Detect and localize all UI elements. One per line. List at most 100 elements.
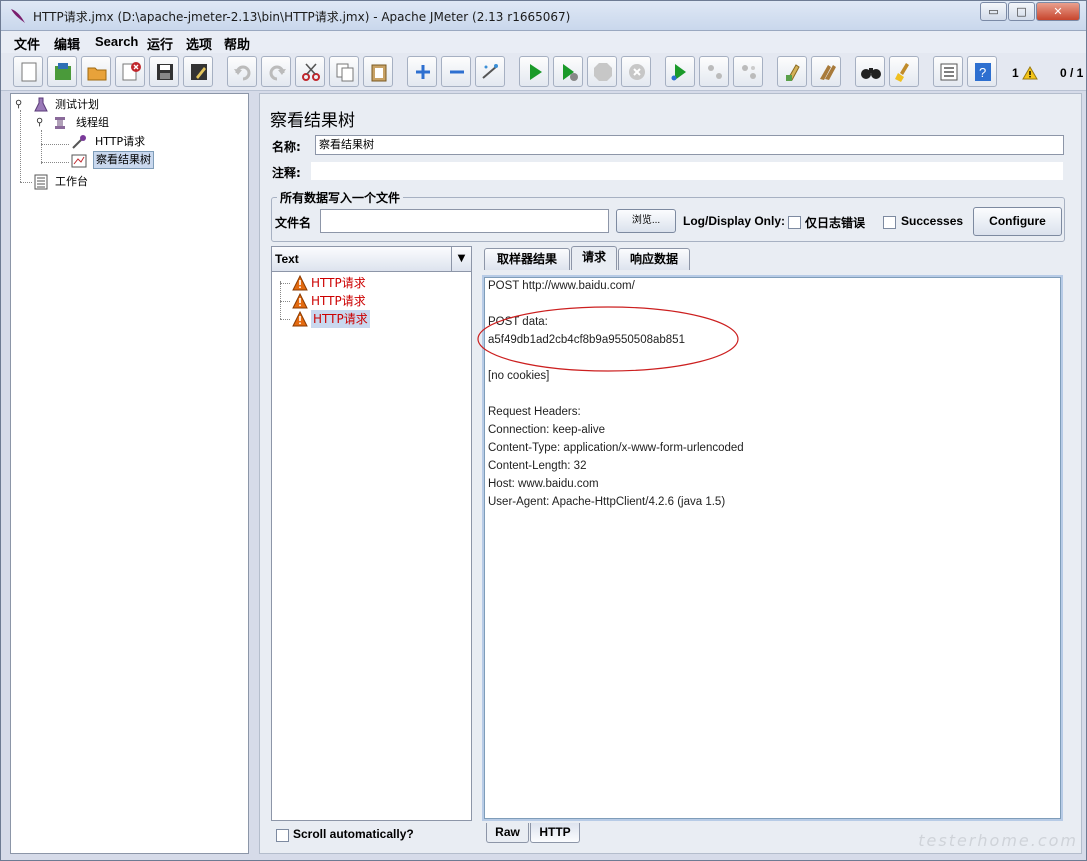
window-title: HTTP请求.jmx (D:\apache-jmeter-2.13\bin\HT… [33,10,571,24]
tree-node-http-request[interactable]: HTTP请求 [71,133,191,151]
close-plan-button[interactable] [115,56,145,87]
minimize-button[interactable]: ▭ [980,2,1007,21]
tree-node-test-plan[interactable]: ⚲ 测试计划 [15,96,135,114]
filename-field[interactable] [320,209,609,233]
sample-results-list[interactable]: HTTP请求 HTTP请求 HTTP请求 [271,246,472,821]
start-no-timers-button[interactable] [553,56,583,87]
write-to-file-title: 所有数据写入一个文件 [277,189,404,206]
clipboard-icon [371,64,387,82]
results-tree-icon [71,154,87,168]
renderer-select[interactable]: Text ▼ [271,246,472,272]
remote-start-all-button[interactable] [665,56,695,87]
undo-button[interactable] [227,56,257,87]
shutdown-button[interactable] [621,56,651,87]
save-as-button[interactable] [183,56,213,87]
name-label: 名称: [272,140,301,154]
clear-button[interactable] [777,56,807,87]
menu-help[interactable]: 帮助 [224,34,250,53]
menu-run[interactable]: 运行 [147,34,173,53]
menu-file[interactable]: 文件 [14,34,40,53]
request-text-line: Content-Length: 32 [488,460,587,472]
tab-raw[interactable]: Raw [486,823,529,843]
jmeter-feather-icon [11,9,25,23]
stop-icon [594,63,612,81]
save-icon [157,64,173,80]
name-field[interactable]: 察看结果树 [315,135,1064,155]
open-button[interactable] [81,56,111,87]
save-button[interactable] [149,56,179,87]
tree-node-workbench[interactable]: 工作台 [33,173,153,191]
filename-label: 文件名 [275,216,312,230]
scissors-icon [302,63,320,81]
help-button[interactable]: ? [967,56,997,87]
tree-label-thread-group: 线程组 [76,116,109,129]
scroll-auto-checkbox[interactable] [276,829,289,842]
result-item-label: HTTP请求 [311,310,370,328]
warning-icon [1022,66,1038,80]
page-title: 察看结果树 [270,111,355,131]
toolbar: ? 1 0 / 1 [1,53,1086,91]
tree-label-results-tree: 察看结果树 [93,151,154,169]
play-no-pause-icon [563,64,578,81]
copy-icon [336,63,354,82]
search-button[interactable] [855,56,885,87]
clear-all-button[interactable] [811,56,841,87]
paste-button[interactable] [363,56,393,87]
tab-request[interactable]: 请求 [571,246,617,270]
undo-icon [234,65,251,81]
collapse-all-button[interactable] [441,56,471,87]
redo-button[interactable] [261,56,291,87]
toggle-button[interactable] [475,56,505,87]
errors-only-checkbox[interactable] [788,216,801,229]
request-text-line: User-Agent: Apache-HttpClient/4.2.6 (jav… [488,496,726,508]
shutdown-icon [629,64,645,80]
thread-count: 0 / 1 [1060,66,1084,80]
help-book-icon: ? [975,63,991,81]
title-bar[interactable]: HTTP请求.jmx (D:\apache-jmeter-2.13\bin\HT… [1,1,1086,31]
test-plan-tree[interactable]: ⚲ 测试计划 ⚲ 线程组 HTTP请求 察看结果树 工作台 [10,93,249,854]
tab-response-data[interactable]: 响应数据 [618,248,690,270]
remote-stop-icon [708,65,722,79]
remote-shutdown-all-button[interactable] [733,56,763,87]
start-button[interactable] [519,56,549,87]
browse-button[interactable]: 浏览... [616,209,676,233]
new-button[interactable] [13,56,43,87]
comment-field[interactable] [310,161,1064,181]
templates-button[interactable] [47,56,77,87]
expand-all-button[interactable] [407,56,437,87]
collapse-toggle-icon[interactable]: ⚲ [36,118,46,128]
tree-node-results-tree[interactable]: 察看结果树 [71,151,191,170]
error-count: 1 [1012,66,1019,80]
dropdown-arrow-icon[interactable]: ▼ [451,247,471,271]
successes-checkbox[interactable] [883,216,896,229]
highlight-ellipse [477,306,739,372]
tree-node-thread-group[interactable]: ⚲ 线程组 [36,114,156,132]
function-helper-button[interactable] [933,56,963,87]
stop-button[interactable] [587,56,617,87]
result-tabs: 取样器结果 请求 响应数据 [482,246,1067,270]
menu-options[interactable]: 选项 [186,34,212,53]
request-text-line: POST http://www.baidu.com/ [488,280,635,292]
menu-edit[interactable]: 编辑 [54,34,80,53]
remote-stop-all-button[interactable] [699,56,729,87]
templates-icon [55,63,71,80]
cut-button[interactable] [295,56,325,87]
workbench-icon [34,174,48,190]
tab-sampler-result[interactable]: 取样器结果 [484,248,570,270]
svg-text:?: ? [979,65,986,80]
reset-search-button[interactable] [889,56,919,87]
play-icon [530,64,542,80]
list-icon [940,63,958,81]
copy-button[interactable] [329,56,359,87]
menu-search[interactable]: Search [95,34,138,49]
request-text-area[interactable]: POST http://www.baidu.com/POST data: a5f4… [477,275,1063,821]
tab-http[interactable]: HTTP [530,823,580,843]
tree-label-workbench: 工作台 [55,175,88,188]
pipette-icon [72,135,86,149]
request-text-line: Content-Type: application/x-www-form-url… [488,442,744,454]
scroll-auto-label: Scroll automatically? [293,827,414,841]
configure-button[interactable]: Configure [973,207,1062,236]
maximize-button[interactable]: □ [1008,2,1035,21]
collapse-toggle-icon[interactable]: ⚲ [15,100,25,110]
close-button[interactable]: ✕ [1036,2,1080,21]
